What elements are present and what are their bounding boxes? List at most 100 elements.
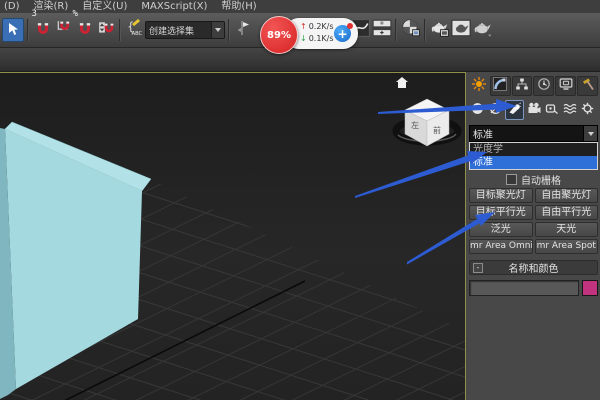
upload-speed: 0.2K/s bbox=[308, 22, 334, 31]
quick-render-teapot-icon bbox=[472, 19, 492, 41]
notification-dot bbox=[347, 23, 353, 29]
combo-dropdown-button[interactable] bbox=[211, 22, 224, 38]
camera-icon bbox=[527, 102, 541, 118]
angle-snap-icon bbox=[56, 20, 72, 40]
command-panel-tabs bbox=[469, 74, 598, 97]
mr-area-spot-button[interactable]: mr Area Spot bbox=[534, 239, 598, 254]
command-panel: 标准 光度学 标准 自动栅格 目标聚光灯 自由聚光灯 目标平行光 自由平行光 泛… bbox=[466, 72, 600, 400]
object-name-field[interactable] bbox=[469, 280, 579, 296]
tape-measure-icon bbox=[545, 102, 558, 118]
category-spacewarps[interactable] bbox=[561, 101, 578, 119]
schematic-view-icon bbox=[372, 19, 392, 41]
named-selection-icon: {ABC bbox=[126, 18, 144, 41]
mirror-icon bbox=[237, 20, 251, 40]
skylight-button[interactable]: 天光 bbox=[534, 222, 598, 237]
free-direct-button[interactable]: 自由平行光 bbox=[534, 205, 598, 220]
category-lights[interactable] bbox=[505, 99, 524, 120]
menu-bar: (D) 渲染(R) 自定义(U) MAXScript(X) 帮助(H) bbox=[0, 0, 600, 13]
spinner-snap-button[interactable] bbox=[95, 18, 116, 42]
category-geometry[interactable] bbox=[469, 101, 486, 119]
target-direct-button[interactable]: 目标平行光 bbox=[469, 205, 533, 220]
tab-utilities[interactable] bbox=[577, 75, 598, 96]
create-sun-icon bbox=[471, 76, 487, 95]
display-icon bbox=[559, 77, 573, 94]
viewcube-left-label: 左 bbox=[411, 120, 419, 130]
main-toolbar: 3 % {ABC 创建选择集 ↑ 0.2K/s ↓ 0.1K/s + 89% bbox=[0, 9, 600, 54]
material-editor-button[interactable] bbox=[400, 18, 421, 42]
systems-gear-icon bbox=[581, 102, 594, 118]
menu-item-maxscript[interactable]: MAXScript(X) bbox=[141, 0, 207, 13]
menu-item-graph-editors[interactable]: (D) bbox=[4, 0, 20, 13]
named-selection-set-value: 创建选择集 bbox=[149, 26, 195, 37]
schematic-view-button[interactable] bbox=[371, 18, 392, 42]
utilities-hammer-icon bbox=[581, 77, 595, 94]
menu-item-customize[interactable]: 自定义(U) bbox=[82, 0, 127, 13]
menu-item-help[interactable]: 帮助(H) bbox=[221, 0, 256, 13]
material-editor-icon bbox=[401, 18, 421, 42]
light-category-dropdown[interactable]: 标准 bbox=[469, 125, 598, 142]
object-color-swatch[interactable] bbox=[582, 280, 598, 296]
download-overlay: ↑ 0.2K/s ↓ 0.1K/s + 89% bbox=[252, 15, 362, 54]
tab-create[interactable] bbox=[469, 76, 489, 96]
download-speed: 0.1K/s bbox=[308, 34, 334, 43]
category-helpers[interactable] bbox=[543, 101, 560, 119]
category-cameras[interactable] bbox=[525, 101, 542, 119]
motion-icon bbox=[537, 77, 551, 94]
angle-snap-button[interactable] bbox=[53, 18, 74, 42]
plus-icon: + bbox=[337, 26, 348, 41]
target-spot-button[interactable]: 目标聚光灯 bbox=[469, 188, 533, 203]
rollout-title: 名称和颜色 bbox=[508, 264, 559, 275]
mr-area-omni-button[interactable]: mr Area Omni bbox=[469, 239, 533, 254]
viewcube[interactable]: 左 前 bbox=[392, 98, 462, 147]
autogrid-row: 自动栅格 bbox=[469, 172, 598, 187]
spinner-snap-icon bbox=[98, 20, 114, 40]
named-selection-set-combo[interactable]: 创建选择集 bbox=[145, 21, 225, 39]
tab-modify[interactable] bbox=[489, 75, 511, 96]
rendered-frame-window-button[interactable] bbox=[450, 18, 471, 42]
light-category-dropdown-button[interactable] bbox=[583, 126, 597, 141]
viewcube-home-icon[interactable] bbox=[396, 77, 408, 88]
list-item-standard[interactable]: 标准 bbox=[470, 156, 597, 169]
spacewarp-waves-icon bbox=[563, 102, 577, 118]
light-category-list: 光度学 标准 bbox=[469, 142, 598, 170]
create-categories bbox=[469, 97, 598, 122]
snap-toggle-3d-button[interactable]: 3 bbox=[32, 9, 53, 42]
list-item-photometric[interactable]: 光度学 bbox=[470, 143, 597, 156]
name-color-rollout[interactable]: - 名称和颜色 bbox=[469, 260, 598, 275]
chevron-down-icon bbox=[587, 131, 594, 136]
quick-render-button[interactable] bbox=[471, 18, 492, 42]
max-window: (D) 渲染(R) 自定义(U) MAXScript(X) 帮助(H) 3 % bbox=[0, 0, 600, 400]
omni-button[interactable]: 泛光 bbox=[469, 222, 533, 237]
hierarchy-icon bbox=[515, 77, 529, 94]
menu-item-rendering[interactable]: 渲染(R) bbox=[34, 0, 69, 13]
edit-named-selection-button[interactable]: {ABC bbox=[124, 18, 145, 42]
autogrid-checkbox[interactable] bbox=[506, 173, 517, 185]
select-object-button[interactable] bbox=[2, 18, 24, 42]
percent-snap-button[interactable]: % bbox=[73, 9, 95, 42]
free-spot-button[interactable]: 自由聚光灯 bbox=[534, 188, 598, 203]
tab-display[interactable] bbox=[555, 75, 577, 96]
category-systems[interactable] bbox=[579, 101, 596, 119]
percent-snap-icon: % bbox=[73, 9, 92, 40]
rendered-frame-icon bbox=[450, 19, 471, 41]
shapes-icon bbox=[489, 102, 502, 118]
viewcube-front-label: 前 bbox=[433, 125, 441, 135]
upload-arrow-icon: ↑ bbox=[300, 22, 307, 31]
perspective-viewport[interactable]: 左 前 bbox=[0, 72, 466, 400]
tab-motion[interactable] bbox=[533, 75, 555, 96]
rollout-collapse-button[interactable]: - bbox=[473, 263, 483, 273]
download-arrow-icon: ↓ bbox=[300, 34, 307, 43]
mirror-button[interactable] bbox=[233, 18, 254, 42]
render-setup-teapot-icon bbox=[430, 19, 450, 41]
box-object[interactable] bbox=[0, 121, 152, 399]
geometry-sphere-icon bbox=[471, 102, 484, 118]
name-color-row bbox=[469, 280, 598, 296]
progress-value: 89% bbox=[267, 29, 291, 41]
render-setup-button[interactable] bbox=[429, 18, 450, 42]
tab-hierarchy[interactable] bbox=[511, 75, 533, 96]
viewport-scene: 左 前 bbox=[0, 77, 465, 400]
download-speeds: ↑ 0.2K/s ↓ 0.1K/s bbox=[300, 21, 334, 45]
modify-icon bbox=[493, 77, 508, 94]
category-shapes[interactable] bbox=[487, 101, 504, 119]
download-progress-badge[interactable]: 89% bbox=[260, 16, 298, 54]
